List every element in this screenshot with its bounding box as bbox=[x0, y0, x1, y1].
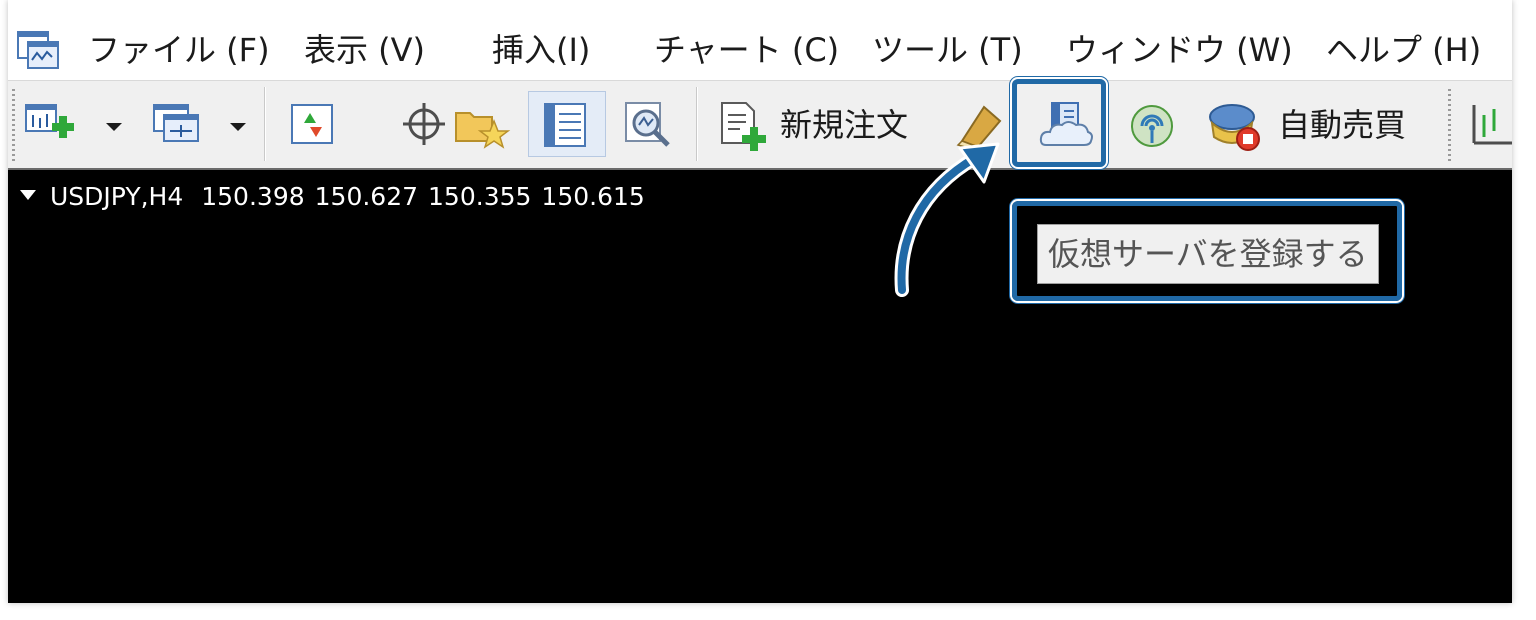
profiles-dropdown-icon[interactable] bbox=[230, 123, 246, 131]
pointer-arrow-icon bbox=[894, 142, 1000, 297]
virtual-server-tooltip: 仮想サーバを登録する bbox=[1037, 224, 1379, 284]
period-button[interactable] bbox=[1460, 91, 1512, 157]
chart-open: 150.398 bbox=[201, 182, 305, 211]
chart-high: 150.627 bbox=[314, 182, 419, 211]
market-watch-button[interactable] bbox=[280, 91, 346, 157]
menu-insert[interactable]: 挿入(I) bbox=[492, 24, 590, 76]
menu-charts[interactable]: チャート (C) bbox=[654, 24, 839, 76]
auto-trading-icon bbox=[1209, 104, 1260, 151]
chart-header: USDJPY,H4 150.398 150.627 150.355 150.615 bbox=[20, 180, 655, 214]
menu-window[interactable]: ウィンドウ (W) bbox=[1066, 24, 1293, 76]
toolbar-separator bbox=[696, 87, 698, 161]
strategy-tester-icon bbox=[625, 102, 670, 147]
crosshair-icon bbox=[403, 103, 445, 145]
chart-close: 150.615 bbox=[541, 182, 645, 211]
menu-file[interactable]: ファイル (F) bbox=[88, 24, 270, 76]
terminal-window: ファイル (F) 表示 (V) 挿入(I) チャート (C) ツール (T) ウ… bbox=[8, 0, 1512, 603]
collapse-triangle-icon[interactable] bbox=[20, 190, 36, 200]
toolbar-grip[interactable] bbox=[12, 89, 15, 161]
market-watch-icon bbox=[291, 104, 333, 144]
menu-help[interactable]: ヘルプ (H) bbox=[1326, 24, 1481, 76]
signals-button[interactable] bbox=[1118, 91, 1184, 157]
profiles-icon bbox=[153, 104, 199, 142]
new-chart-button[interactable] bbox=[20, 91, 128, 157]
auto-trading-label: 自動売買 bbox=[1278, 106, 1407, 144]
virtual-server-highlight bbox=[1012, 79, 1106, 167]
chart-symbol: USDJPY,H4 bbox=[50, 182, 184, 211]
chart-low: 150.355 bbox=[428, 182, 532, 211]
profiles-button[interactable] bbox=[146, 91, 252, 157]
toolbar-grip[interactable] bbox=[1448, 89, 1451, 161]
navigator-button[interactable] bbox=[450, 91, 516, 157]
new-chart-dropdown-icon[interactable] bbox=[106, 123, 122, 131]
auto-trading-button[interactable]: 自動売買 bbox=[1200, 91, 1432, 157]
data-window-button[interactable] bbox=[528, 91, 606, 157]
period-icon bbox=[1472, 105, 1512, 145]
signals-icon bbox=[1131, 105, 1173, 147]
menu-bar: ファイル (F) 表示 (V) 挿入(I) チャート (C) ツール (T) ウ… bbox=[8, 0, 1512, 80]
app-icon[interactable] bbox=[16, 26, 62, 72]
new-chart-icon bbox=[25, 104, 74, 138]
new-order-icon bbox=[721, 102, 766, 151]
data-window-icon bbox=[544, 103, 586, 147]
navigator-icon bbox=[455, 112, 511, 149]
crosshair-button[interactable] bbox=[392, 91, 458, 157]
menu-tools[interactable]: ツール (T) bbox=[872, 24, 1023, 76]
standard-toolbar: 新規注文 自動売買 bbox=[8, 80, 1512, 169]
toolbar-separator bbox=[264, 87, 266, 161]
strategy-tester-button[interactable] bbox=[618, 91, 684, 157]
menu-view[interactable]: 表示 (V) bbox=[304, 24, 425, 76]
tooltip-highlight: 仮想サーバを登録する bbox=[1012, 201, 1402, 301]
